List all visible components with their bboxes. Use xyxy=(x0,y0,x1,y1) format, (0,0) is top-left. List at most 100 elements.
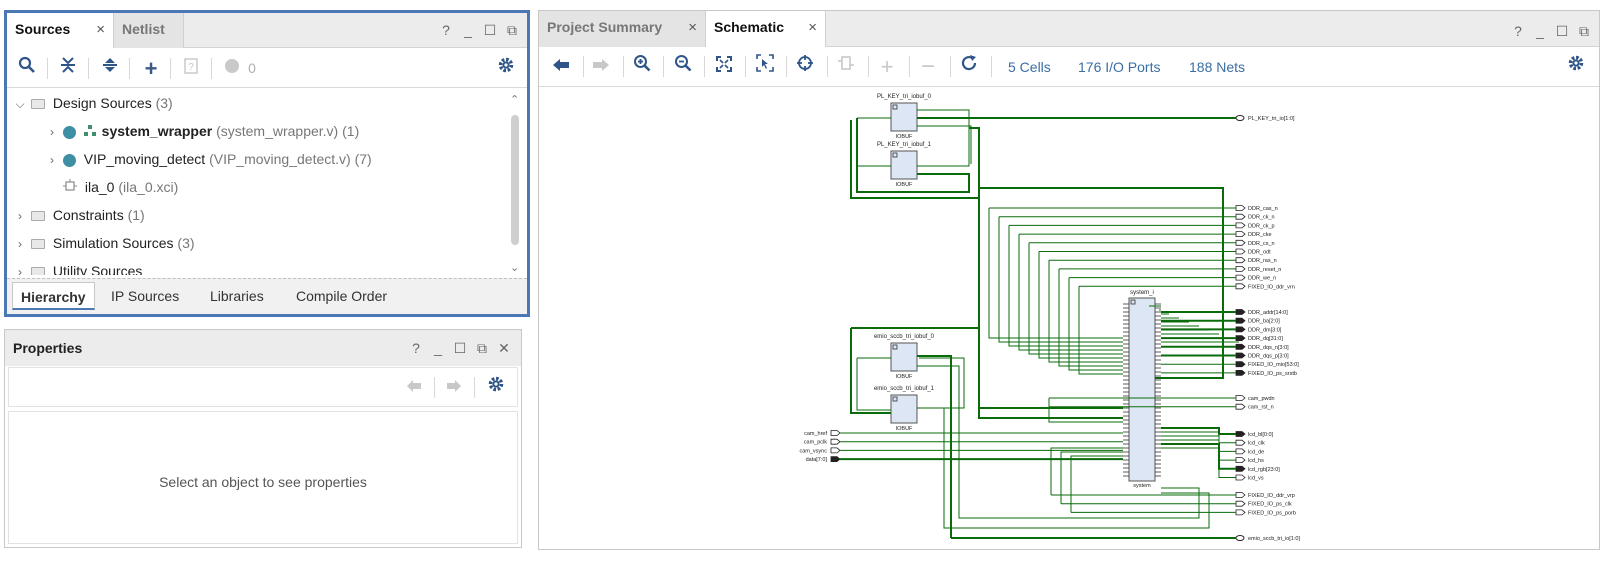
output-port[interactable] xyxy=(1235,266,1246,272)
tab-ip-sources[interactable]: IP Sources xyxy=(103,282,187,310)
net-wire[interactable] xyxy=(1068,277,1123,371)
net-wire[interactable] xyxy=(1161,427,1236,435)
minimize-icon[interactable]: _ xyxy=(457,13,479,48)
net-wire[interactable] xyxy=(1008,225,1123,347)
float-icon[interactable]: ⧉ xyxy=(471,330,493,366)
output-port[interactable] xyxy=(1235,343,1246,350)
close-icon[interactable]: × xyxy=(96,13,105,46)
chevron-right-icon[interactable]: › xyxy=(45,146,59,174)
forward-arrow-icon[interactable] xyxy=(584,47,618,87)
float-icon[interactable]: ⧉ xyxy=(501,13,523,48)
gear-icon[interactable] xyxy=(491,49,521,88)
net-wire[interactable] xyxy=(1078,286,1123,375)
minimize-icon[interactable]: _ xyxy=(1529,11,1551,51)
tree-node-utility-sources[interactable]: › Utility Sources xyxy=(13,257,142,275)
output-port[interactable] xyxy=(1235,257,1246,264)
output-port[interactable] xyxy=(1235,283,1246,290)
output-port[interactable] xyxy=(1235,274,1246,281)
output-port[interactable] xyxy=(1235,509,1246,516)
output-port[interactable] xyxy=(1235,395,1246,401)
schematic-canvas[interactable]: PL_KEY_tri_iobuf_0 IOBUF PL_KEY_tri_iobuf_… xyxy=(539,88,1599,549)
output-port[interactable] xyxy=(1235,500,1246,507)
forward-arrow-icon[interactable] xyxy=(439,368,469,407)
inout-port[interactable] xyxy=(1235,115,1245,121)
output-port[interactable] xyxy=(1235,326,1246,333)
output-port[interactable] xyxy=(1235,248,1246,255)
scroll-thumb[interactable] xyxy=(511,115,519,245)
output-port[interactable] xyxy=(1235,439,1246,446)
chevron-right-icon[interactable]: › xyxy=(45,118,59,146)
expand-all-icon[interactable] xyxy=(95,49,125,88)
output-port[interactable] xyxy=(1235,205,1246,211)
net-wire[interactable] xyxy=(1048,260,1123,363)
iobuf-cell[interactable] xyxy=(890,342,918,372)
chevron-right-icon[interactable]: › xyxy=(13,202,27,230)
cell-icon[interactable] xyxy=(829,47,863,87)
maximize-icon[interactable]: ☐ xyxy=(449,330,471,366)
nets-count-link[interactable]: 188 Nets xyxy=(1189,47,1245,87)
tab-schematic[interactable]: Schematic × xyxy=(706,11,826,47)
tab-project-summary[interactable]: Project Summary × xyxy=(539,11,706,47)
net-wire[interactable] xyxy=(998,216,1123,343)
back-arrow-icon[interactable] xyxy=(399,368,429,407)
refresh-icon[interactable] xyxy=(952,47,986,87)
minimize-icon[interactable]: _ xyxy=(427,330,449,366)
help-doc-icon[interactable]: ? xyxy=(176,49,206,88)
schematic-diagram[interactable]: PL_KEY_tri_iobuf_0 IOBUF PL_KEY_tri_iobuf_… xyxy=(539,88,1599,549)
scroll-up-icon[interactable]: ⌃ xyxy=(510,93,519,106)
close-icon[interactable]: ✕ xyxy=(493,330,515,366)
tab-sources[interactable]: Sources × xyxy=(7,13,114,48)
crosshair-icon[interactable] xyxy=(788,47,822,87)
add-sources-icon[interactable]: + xyxy=(136,49,166,88)
input-port[interactable] xyxy=(830,447,841,454)
chevron-right-icon[interactable]: › xyxy=(13,230,27,258)
tree-node-ila-0[interactable]: ila_0 (ila_0.xci) xyxy=(63,173,178,201)
float-icon[interactable]: ⧉ xyxy=(1573,11,1595,51)
output-port[interactable] xyxy=(1235,335,1246,341)
net-wire[interactable] xyxy=(856,358,891,411)
net-wire[interactable] xyxy=(917,355,952,538)
output-port[interactable] xyxy=(1235,403,1246,410)
tree-node-simulation-sources[interactable]: › Simulation Sources (3) xyxy=(13,229,195,257)
output-port[interactable] xyxy=(1235,492,1246,498)
maximize-icon[interactable]: ☐ xyxy=(1551,11,1573,51)
tab-libraries[interactable]: Libraries xyxy=(202,282,272,310)
output-port[interactable] xyxy=(1235,213,1246,220)
ports-count-link[interactable]: 176 I/O Ports xyxy=(1078,47,1160,87)
expand-icon[interactable]: + xyxy=(870,47,904,87)
output-port[interactable] xyxy=(1235,231,1246,237)
output-port[interactable] xyxy=(1235,448,1246,455)
input-port[interactable] xyxy=(830,438,841,445)
output-port[interactable] xyxy=(1235,352,1246,359)
cells-count-link[interactable]: 5 Cells xyxy=(1008,47,1051,87)
iobuf-cell[interactable] xyxy=(890,150,918,180)
tree-node-constraints[interactable]: › Constraints (1) xyxy=(13,201,145,229)
collapse-all-icon[interactable] xyxy=(53,49,83,88)
output-port[interactable] xyxy=(1235,457,1246,463)
zoom-out-icon[interactable] xyxy=(666,47,700,87)
system-cell[interactable] xyxy=(1128,297,1156,482)
net-wire[interactable] xyxy=(1028,242,1123,355)
output-port[interactable] xyxy=(1235,431,1246,437)
input-port[interactable] xyxy=(830,430,841,436)
tab-hierarchy[interactable]: Hierarchy xyxy=(12,282,95,310)
output-port[interactable] xyxy=(1235,474,1246,481)
tree-node-vip-moving-detect[interactable]: › VIP_moving_detect (VIP_moving_detect.v… xyxy=(45,145,372,173)
net-wire[interactable] xyxy=(978,187,1224,419)
tree-scrollbar[interactable]: ⌃ ⌄ xyxy=(508,93,522,276)
iobuf-cell[interactable] xyxy=(890,102,918,132)
tab-netlist[interactable]: Netlist xyxy=(114,13,184,48)
maximize-icon[interactable]: ☐ xyxy=(479,13,501,48)
tree-node-system-wrapper[interactable]: › system_wrapper (system_wrapper.v) (1) xyxy=(45,117,359,145)
output-port[interactable] xyxy=(1235,370,1246,376)
help-icon[interactable]: ? xyxy=(405,330,427,366)
collapse-icon[interactable]: − xyxy=(911,47,945,87)
output-port[interactable] xyxy=(1235,465,1246,472)
output-port[interactable] xyxy=(1235,317,1246,324)
tree-node-design-sources[interactable]: ⌵ Design Sources (3) xyxy=(13,89,172,117)
inout-port[interactable] xyxy=(1235,535,1245,541)
search-icon[interactable] xyxy=(12,49,42,88)
fit-view-icon[interactable] xyxy=(707,47,741,87)
help-icon[interactable]: ? xyxy=(1507,11,1529,51)
iobuf-cell[interactable] xyxy=(890,394,918,424)
